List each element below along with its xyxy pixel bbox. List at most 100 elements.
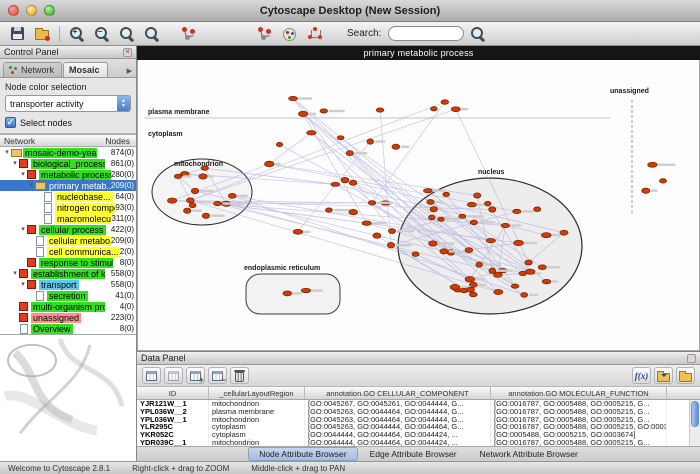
graph-node[interactable] <box>367 139 374 144</box>
graph-node[interactable] <box>187 198 195 203</box>
graph-node[interactable] <box>412 252 419 257</box>
tree-item-cellular-metabo[interactable]: cellular metabo...209(0) <box>0 235 136 246</box>
tree-item-cellular-process[interactable]: ▾cellular process422(0) <box>0 224 136 235</box>
graph-node[interactable] <box>191 188 198 193</box>
zoom-selected-button[interactable] <box>116 24 138 44</box>
graph-node[interactable] <box>469 292 477 297</box>
graph-node[interactable] <box>392 144 400 149</box>
network-canvas[interactable]: plasma membranecytoplasmmitochondrionnuc… <box>137 60 700 351</box>
graph-node[interactable] <box>429 215 436 220</box>
graph-node[interactable] <box>430 207 437 212</box>
tree-item-macromolecule[interactable]: macromolecule...311(0) <box>0 213 136 224</box>
network-canvas-svg[interactable]: plasma membranecytoplasmmitochondrionnuc… <box>138 60 699 350</box>
tree-item-establishment-of-lo[interactable]: ▾establishment of lo...558(0) <box>0 268 136 279</box>
graph-node[interactable] <box>214 201 222 205</box>
column-header-3[interactable]: annotation.GO MOLECULAR_FUNCTION <box>491 387 667 399</box>
graph-node[interactable] <box>388 229 395 234</box>
expander-icon[interactable]: ▾ <box>11 269 19 278</box>
graph-node[interactable] <box>451 107 460 112</box>
tab-network[interactable]: Network <box>3 62 62 77</box>
graph-node[interactable] <box>450 284 460 289</box>
table-row[interactable]: YPL036W__2plasma membrane[GO:0045263, GO… <box>137 408 700 416</box>
graph-node[interactable] <box>424 189 433 193</box>
graph-node[interactable] <box>283 291 292 296</box>
tree-item-biological-process[interactable]: ▾biological_process861(0) <box>0 158 136 169</box>
graph-node[interactable] <box>199 174 207 179</box>
graph-node[interactable] <box>349 209 358 214</box>
tab-edge-attribute-browser[interactable]: Edge Attribute Browser <box>359 447 468 461</box>
graph-node[interactable] <box>168 198 177 203</box>
expander-icon[interactable]: ▾ <box>19 170 27 179</box>
graph-node[interactable] <box>474 193 481 198</box>
tree-item-response-to-stimul[interactable]: response to stimul...8(0) <box>0 257 136 268</box>
graph-node[interactable] <box>293 229 302 234</box>
tree-item-mosaic-demo-yeast[interactable]: ▾mosaic-demo-yeast874(0) <box>0 147 136 158</box>
graph-node[interactable] <box>429 241 437 246</box>
graph-node[interactable] <box>184 208 191 213</box>
graph-node[interactable] <box>427 200 434 205</box>
expander-icon[interactable]: ▾ <box>3 148 11 157</box>
graph-node[interactable] <box>331 182 340 186</box>
graph-node[interactable] <box>368 201 375 205</box>
graph-node[interactable] <box>337 136 344 140</box>
save-session-button[interactable] <box>6 24 28 44</box>
graph-node[interactable] <box>376 108 384 112</box>
graph-node[interactable] <box>325 208 332 212</box>
node-color-attribute-select[interactable]: transporter activity ▲ ▼ <box>5 95 131 112</box>
graph-node[interactable] <box>349 180 356 185</box>
graph-node[interactable] <box>660 179 667 183</box>
select-nodes-checkbox[interactable]: ✓ <box>5 117 16 128</box>
open-attributes-button[interactable] <box>676 367 695 384</box>
tree-item-cell-communica[interactable]: cell communica...2(0) <box>0 246 136 257</box>
graph-node[interactable] <box>465 248 473 253</box>
graph-node[interactable] <box>560 230 568 235</box>
tree-item-secretion[interactable]: secretion41(0) <box>0 290 136 301</box>
graph-node[interactable] <box>511 284 519 288</box>
graph-node[interactable] <box>467 202 476 206</box>
graph-node[interactable] <box>489 268 496 273</box>
table-row[interactable]: YLR295Ccytoplasm[GO:0045263, GO:0044444,… <box>137 423 700 431</box>
graph-node[interactable] <box>443 192 449 196</box>
graph-node[interactable] <box>265 161 274 167</box>
column-header-1[interactable]: _cellularLayoutRegion <box>209 387 305 399</box>
table-row[interactable]: YJR121W__1mitochondrion[GO:0045267, GO:0… <box>137 400 700 408</box>
network-overview-button[interactable] <box>177 24 199 44</box>
expander-icon[interactable]: ▾ <box>27 181 35 190</box>
zoom-window-button[interactable] <box>44 5 55 16</box>
graph-node[interactable] <box>438 217 445 221</box>
tab-network-attribute-browser[interactable]: Network Attribute Browser <box>469 447 589 461</box>
graph-node[interactable] <box>541 233 551 238</box>
search-options-button[interactable] <box>467 24 489 44</box>
graph-node[interactable] <box>202 213 209 218</box>
tree-item-nucleobase[interactable]: nucleobase...64(0) <box>0 191 136 202</box>
graph-node[interactable] <box>174 174 181 178</box>
graph-edge[interactable] <box>372 102 445 203</box>
graph-node[interactable] <box>189 203 196 208</box>
graph-node[interactable] <box>341 177 349 182</box>
float-panel-icon[interactable] <box>687 354 696 363</box>
column-header-2[interactable]: annotation.GO CELLULAR_COMPONENT <box>305 387 491 399</box>
expander-icon[interactable]: ▾ <box>11 159 19 168</box>
minimize-window-button[interactable] <box>26 5 37 16</box>
graph-node[interactable] <box>298 111 307 116</box>
graph-node[interactable] <box>387 242 394 248</box>
tree-item-metabolic-process[interactable]: ▾metabolic process280(0) <box>0 169 136 180</box>
tree-item-unassigned[interactable]: unassigned223(0) <box>0 312 136 323</box>
graph-node[interactable] <box>513 209 521 213</box>
zoom-in-button[interactable]: + <box>66 24 88 44</box>
window-titlebar[interactable]: Cytoscape Desktop (New Session) <box>0 0 700 22</box>
zoom-out-button[interactable]: − <box>91 24 113 44</box>
graph-node[interactable] <box>521 293 528 298</box>
graph-node[interactable] <box>476 262 482 267</box>
graph-node[interactable] <box>289 96 298 100</box>
graph-node[interactable] <box>486 238 495 242</box>
graph-edge[interactable] <box>303 114 367 223</box>
close-window-button[interactable] <box>8 5 19 16</box>
graph-node[interactable] <box>301 288 310 292</box>
graph-node[interactable] <box>642 188 650 193</box>
graph-node[interactable] <box>542 279 551 283</box>
import-network-button[interactable] <box>31 24 53 44</box>
graph-node[interactable] <box>538 265 546 270</box>
graph-node[interactable] <box>525 269 535 274</box>
graph-node[interactable] <box>276 142 282 146</box>
